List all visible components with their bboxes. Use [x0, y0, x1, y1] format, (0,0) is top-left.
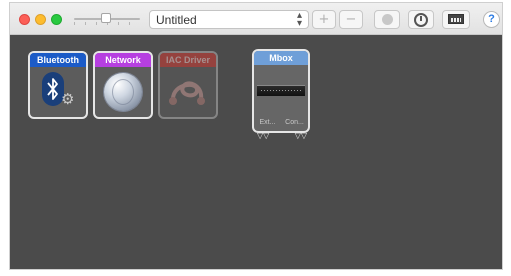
port-label: Ext... — [259, 119, 276, 126]
clock-icon — [414, 13, 428, 27]
device-iac-driver[interactable]: IAC Driver — [158, 51, 218, 119]
add-configuration-button[interactable]: + — [312, 10, 336, 29]
device-mbox[interactable]: Mbox Ext... Con... — [252, 49, 310, 133]
info-icon — [381, 14, 393, 25]
minimize-icon[interactable] — [35, 14, 46, 25]
test-setup-button[interactable] — [442, 10, 470, 29]
audio-interface-icon — [257, 85, 305, 96]
zoom-slider-knob[interactable] — [100, 13, 111, 23]
bluetooth-icon: ⚙ — [42, 72, 78, 112]
globe-icon — [104, 73, 142, 111]
device-title: Mbox — [254, 51, 308, 65]
zoom-slider[interactable] — [72, 12, 144, 26]
port-label: Con... — [285, 119, 304, 126]
toolbar: Untitled ▴ ▾ + − ? — [10, 3, 502, 35]
show-info-button[interactable] — [374, 10, 400, 29]
clock-button[interactable] — [408, 10, 434, 29]
midi-keyboard-icon — [448, 14, 464, 24]
midi-cable-icon — [169, 81, 205, 105]
device-title: IAC Driver — [160, 53, 216, 67]
remove-configuration-button[interactable]: − — [339, 10, 363, 29]
help-button[interactable]: ? — [483, 11, 500, 28]
gear-icon: ⚙ — [61, 90, 75, 108]
mbox-connectors[interactable]: ▽▽ ▽▽ — [257, 131, 307, 141]
audio-midi-setup-window: Untitled ▴ ▾ + − ? Bluetooth ⚙ Network I… — [9, 2, 503, 270]
device-title: Network — [95, 53, 151, 67]
configuration-select[interactable]: Untitled ▴ ▾ — [149, 10, 309, 29]
device-network[interactable]: Network — [93, 51, 153, 119]
maximize-icon[interactable] — [51, 14, 62, 25]
close-icon[interactable] — [19, 14, 30, 25]
device-bluetooth[interactable]: Bluetooth ⚙ — [28, 51, 88, 119]
up-down-chevron-icon: ▴ ▾ — [296, 10, 302, 29]
configuration-name: Untitled — [156, 13, 197, 27]
connector-icon[interactable]: ▽▽ — [257, 131, 269, 141]
mbox-port-labels: Ext... Con... — [255, 119, 307, 126]
device-title: Bluetooth — [30, 53, 86, 67]
connector-icon[interactable]: ▽▽ — [295, 131, 307, 141]
midi-studio-canvas[interactable]: Bluetooth ⚙ Network IAC Driver Mbox Ext.… — [10, 35, 502, 269]
